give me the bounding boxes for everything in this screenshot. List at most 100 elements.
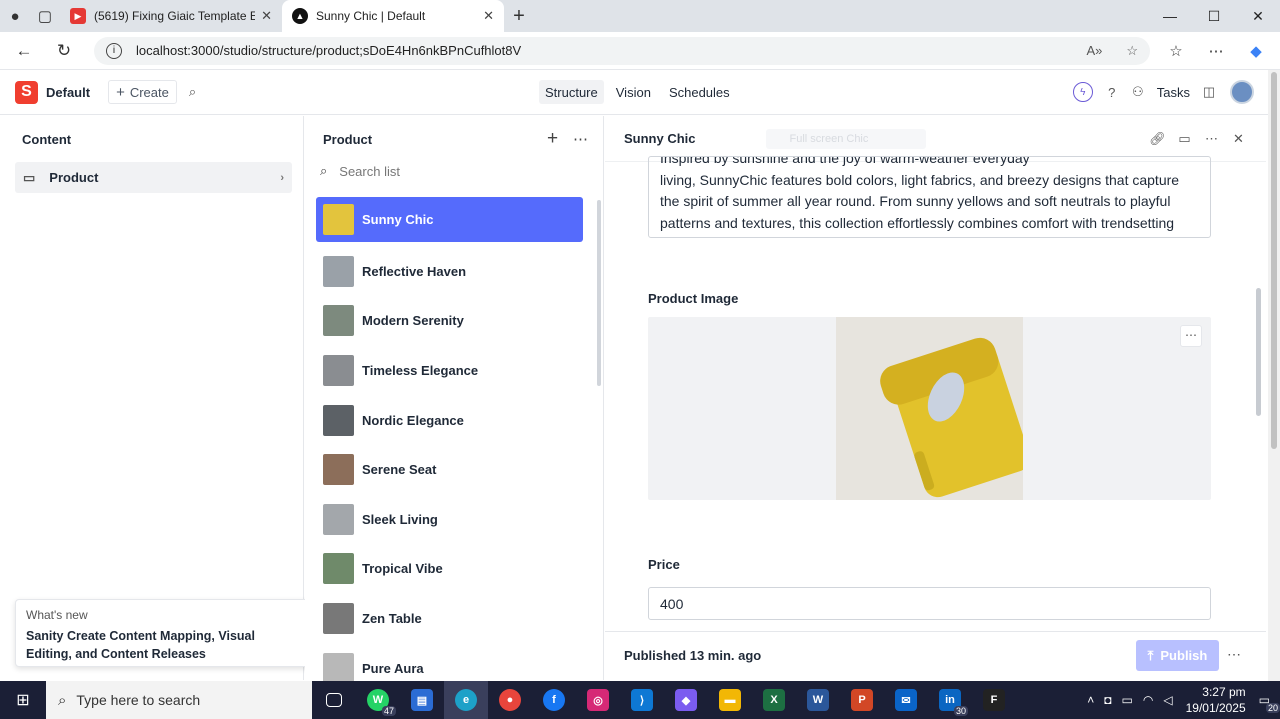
create-button[interactable]: + Create bbox=[108, 80, 177, 104]
search-list[interactable]: ⌕ Search list bbox=[320, 163, 400, 179]
product-list-item[interactable]: Reflective Haven bbox=[316, 247, 583, 297]
close-window-button[interactable]: ✕ bbox=[1236, 8, 1280, 25]
workspace-name[interactable]: Default bbox=[46, 85, 90, 100]
linkedin-badge: 30 bbox=[953, 706, 968, 716]
figma-icon[interactable]: F bbox=[972, 681, 1016, 719]
document-menu-icon[interactable]: ⋯ bbox=[1198, 131, 1225, 147]
content-item-label: Product bbox=[49, 170, 99, 185]
document-actions-icon[interactable]: ⋯ bbox=[1227, 646, 1241, 663]
facebook-icon[interactable]: f bbox=[532, 681, 576, 719]
notifications-badge: 20 bbox=[1265, 703, 1280, 713]
product-list-item[interactable]: Nordic Elegance bbox=[316, 395, 583, 445]
document-scrollbar[interactable] bbox=[1256, 288, 1261, 416]
product-thumbnail bbox=[323, 305, 354, 337]
linkedin-icon[interactable]: in 30 bbox=[928, 681, 972, 719]
product-image-field[interactable]: ⋯ bbox=[648, 317, 1211, 500]
image-menu-icon[interactable]: ⋯ bbox=[1180, 325, 1202, 347]
store-icon[interactable]: ▤ bbox=[400, 681, 444, 719]
tool-structure[interactable]: Structure bbox=[539, 80, 604, 104]
word-icon[interactable]: W bbox=[796, 681, 840, 719]
maximize-button[interactable]: ☐ bbox=[1192, 8, 1236, 25]
meet-icon[interactable]: ◘ bbox=[1104, 693, 1111, 707]
favorites-icon[interactable]: ☆ bbox=[1156, 42, 1196, 60]
list-scrollbar[interactable] bbox=[597, 200, 601, 386]
product-list-item[interactable]: Modern Serenity bbox=[316, 296, 583, 346]
pane-menu-icon[interactable]: ⋯ bbox=[573, 130, 588, 148]
more-menu-icon[interactable]: ⋯ bbox=[1196, 42, 1236, 60]
volume-icon[interactable]: ◁ bbox=[1163, 693, 1172, 707]
users-icon[interactable]: ⚇ bbox=[1125, 84, 1151, 100]
search-icon[interactable]: ⌕ bbox=[189, 84, 196, 100]
content-pane: Content ▭ Product › What's new Sanity Cr… bbox=[0, 116, 315, 680]
tool-schedules[interactable]: Schedules bbox=[663, 80, 736, 104]
minimize-button[interactable]: — bbox=[1148, 8, 1192, 25]
file-explorer-icon[interactable]: ▬ bbox=[708, 681, 752, 719]
search-list-input[interactable]: Search list bbox=[339, 164, 400, 179]
tool-vision[interactable]: Vision bbox=[610, 80, 657, 104]
favorite-star-icon[interactable]: ☆ bbox=[1126, 43, 1138, 59]
profile-icon[interactable]: ● bbox=[0, 0, 30, 32]
close-pane-icon[interactable]: ✕ bbox=[1225, 131, 1252, 147]
instagram-icon[interactable]: ◎ bbox=[576, 681, 620, 719]
notifications-icon[interactable]: ▭ 20 bbox=[1259, 693, 1280, 713]
product-list-item[interactable]: Sleek Living bbox=[316, 495, 583, 545]
taskbar-search[interactable]: ⌕ Type here to search bbox=[46, 681, 312, 719]
windows-start-icon[interactable]: ⊞ bbox=[0, 690, 46, 710]
product-list-item[interactable]: Zen Table bbox=[316, 594, 583, 644]
chevron-up-icon[interactable]: ˄ bbox=[1087, 693, 1094, 707]
wifi-icon[interactable]: ◠ bbox=[1143, 693, 1153, 707]
chrome-icon[interactable]: ● bbox=[488, 681, 532, 719]
edge-icon[interactable]: e bbox=[444, 681, 488, 719]
price-input[interactable]: 400 bbox=[648, 587, 1211, 620]
new-tab-button[interactable]: + bbox=[504, 0, 534, 32]
product-name: Nordic Elegance bbox=[362, 412, 464, 428]
product-list-item[interactable]: Timeless Elegance bbox=[316, 346, 583, 396]
whats-new-card[interactable]: What's new Sanity Create Content Mapping… bbox=[15, 599, 315, 667]
date: 19/01/2025 bbox=[1185, 701, 1246, 715]
back-icon[interactable]: ← bbox=[8, 41, 40, 61]
read-aloud-icon[interactable]: A» bbox=[1086, 43, 1102, 58]
copilot-icon[interactable]: ◆ bbox=[1236, 42, 1276, 60]
copilot-taskbar-icon[interactable]: ◆ bbox=[664, 681, 708, 719]
powerpoint-icon[interactable]: P bbox=[840, 681, 884, 719]
refresh-icon[interactable]: ↻ bbox=[48, 41, 80, 61]
browser-tab-sanity[interactable]: ▲ Sunny Chic | Default ✕ bbox=[282, 0, 504, 32]
close-tab-icon[interactable]: ✕ bbox=[261, 8, 272, 24]
url-text[interactable]: localhost:3000/studio/structure/product;… bbox=[136, 43, 1062, 58]
battery-icon[interactable]: ▭ bbox=[1122, 693, 1133, 707]
content-item-product[interactable]: ▭ Product › bbox=[15, 162, 292, 193]
product-name: Reflective Haven bbox=[362, 263, 467, 279]
tab-title: (5619) Fixing Giaic Template Error bbox=[94, 9, 256, 23]
avatar[interactable] bbox=[1230, 80, 1254, 104]
description-textarea[interactable]: Inspired by sunshine and the joy of warm… bbox=[648, 156, 1211, 238]
excel-icon[interactable]: X bbox=[752, 681, 796, 719]
product-thumbnail bbox=[323, 603, 354, 635]
site-info-icon[interactable]: i bbox=[106, 42, 122, 59]
product-thumbnail bbox=[323, 652, 354, 684]
sidebar-panel-icon[interactable]: ◫ bbox=[1196, 84, 1222, 100]
close-tab-icon[interactable]: ✕ bbox=[483, 8, 494, 24]
mail-icon[interactable]: ✉ bbox=[884, 681, 928, 719]
task-view-icon[interactable] bbox=[312, 681, 356, 719]
lightning-icon[interactable]: ϟ bbox=[1072, 82, 1093, 102]
page-scrollbar[interactable] bbox=[1268, 70, 1280, 682]
address-bar-row: ← ↻ i localhost:3000/studio/structure/pr… bbox=[0, 32, 1280, 70]
sanity-logo[interactable]: S bbox=[15, 80, 38, 104]
tasks-button[interactable]: Tasks bbox=[1157, 85, 1190, 100]
product-list-item[interactable]: Tropical Vibe bbox=[316, 544, 583, 594]
tab-actions-icon[interactable]: ▢ bbox=[30, 0, 60, 32]
product-list-item[interactable]: Sunny Chic bbox=[316, 197, 583, 242]
link-icon[interactable]: 🔗︎ bbox=[1144, 131, 1171, 147]
whatsapp-icon[interactable]: W 47 bbox=[356, 681, 400, 719]
vscode-icon[interactable]: ⟩ bbox=[620, 681, 664, 719]
address-bar[interactable]: i localhost:3000/studio/structure/produc… bbox=[94, 36, 1150, 65]
product-list-item[interactable]: Serene Seat bbox=[316, 445, 583, 495]
tab-title: Sunny Chic | Default bbox=[316, 9, 426, 23]
help-icon[interactable]: ? bbox=[1099, 85, 1125, 100]
page-scrollbar-thumb[interactable] bbox=[1271, 72, 1277, 449]
publish-button[interactable]: ⤒ Publish bbox=[1136, 640, 1219, 671]
clock[interactable]: 3:27 pm 19/01/2025 bbox=[1186, 684, 1246, 716]
browser-tab-youtube[interactable]: ▶ (5619) Fixing Giaic Template Error ✕ bbox=[60, 0, 282, 32]
comment-icon[interactable]: ▭ bbox=[1171, 131, 1198, 147]
add-document-icon[interactable]: + bbox=[547, 128, 558, 150]
